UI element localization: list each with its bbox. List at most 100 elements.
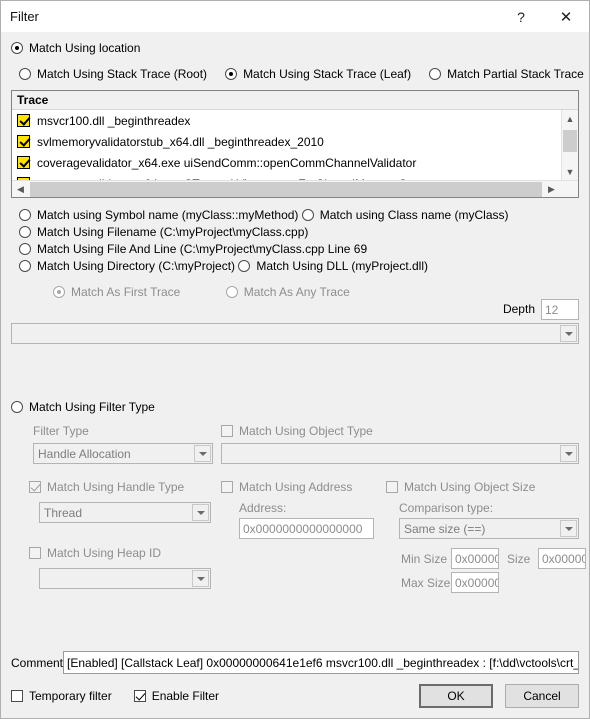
scroll-down-arrow-icon[interactable]: ▼ <box>562 163 578 180</box>
radio-dot-icon <box>19 209 31 221</box>
radio-match-using-filter-type[interactable]: Match Using Filter Type <box>11 400 155 414</box>
radio-match-as-first-trace: Match As First Trace <box>53 283 180 301</box>
checkbox-match-using-object-size: Match Using Object Size <box>386 480 535 494</box>
radio-dot-icon <box>429 68 442 80</box>
radio-match-using-symbol-name[interactable]: Match using Symbol name (myClass::myMeth… <box>19 207 298 223</box>
checkbox-icon <box>29 547 41 559</box>
heap-id-size-row: Match Using Heap ID Min Size 0x00000 Siz… <box>11 546 586 600</box>
radio-label: Match Using Filename (C:\myProject\myCla… <box>37 225 309 239</box>
max-size-field: 0x00000 <box>451 572 499 593</box>
checkbox-temporary-filter[interactable]: Temporary filter <box>11 689 112 703</box>
radio-label: Match Using Stack Trace (Root) <box>37 67 208 81</box>
table-row[interactable]: coveragevalidator_x64.exe uiSendComm::op… <box>12 152 578 173</box>
checked-checkbox-icon[interactable] <box>17 135 30 148</box>
depth-field: 12 <box>541 299 579 320</box>
scrollbar-thumb[interactable] <box>30 181 542 197</box>
radio-match-using-filename[interactable]: Match Using Filename (C:\myProject\myCla… <box>19 224 308 240</box>
radio-match-partial-stack-trace[interactable]: Match Partial Stack Trace <box>429 67 584 81</box>
radio-dot-icon <box>301 209 314 221</box>
checkbox-label: Match Using Heap ID <box>47 546 162 560</box>
scroll-up-arrow-icon[interactable]: ▲ <box>562 110 578 127</box>
trace-list-body[interactable]: msvcr100.dll _beginthreadex svlmemoryval… <box>12 110 578 180</box>
checkbox-label: Temporary filter <box>29 689 112 703</box>
address-field: 0x0000000000000000 <box>239 518 374 539</box>
match-using-location-row: Match Using location <box>11 41 579 57</box>
object-type-combo <box>221 443 579 464</box>
checked-checkbox-icon[interactable] <box>17 156 30 169</box>
radio-dot-icon <box>19 226 31 238</box>
min-size-field: 0x00000 <box>451 548 499 569</box>
match-options-group: Match using Symbol name (myClass::myMeth… <box>11 207 579 275</box>
radio-dot-icon <box>11 42 23 54</box>
radio-label: Match Using Stack Trace (Leaf) <box>243 67 412 81</box>
scroll-left-arrow-icon[interactable]: ◀ <box>12 184 29 195</box>
checkbox-label: Match Using Object Size <box>404 480 536 494</box>
chevron-down-icon <box>194 445 211 462</box>
trace-vertical-scrollbar[interactable]: ▲ ▼ <box>561 110 578 180</box>
radio-match-using-stack-trace-root[interactable]: Match Using Stack Trace (Root) <box>19 67 207 81</box>
checkbox-icon <box>221 425 233 437</box>
filter-type-label: Filter Type <box>33 424 89 438</box>
table-row[interactable]: msvcr100.dll _beginthreadex <box>12 110 578 131</box>
dialog-footer: Comment [Enabled] [Callstack Leaf] 0x000… <box>1 651 589 718</box>
radio-dot-icon <box>19 260 31 272</box>
radio-dot-icon <box>19 243 31 255</box>
table-row[interactable]: svlmemoryvalidatorstub_x64.dll _beginthr… <box>12 131 578 152</box>
radio-match-using-directory[interactable]: Match Using Directory (C:\myProject) <box>19 258 235 274</box>
trace-column-header: Trace <box>12 91 578 110</box>
ok-button[interactable]: OK <box>419 684 493 708</box>
checkbox-icon <box>221 481 233 493</box>
checkbox-label: Match Using Address <box>239 480 353 494</box>
max-size-label: Max Size <box>401 576 451 590</box>
title-bar: Filter ? ✕ <box>1 1 589 33</box>
checkbox-icon <box>133 690 146 702</box>
checkbox-label: Match Using Object Type <box>239 424 373 438</box>
radio-dot-icon <box>53 286 65 298</box>
radio-dot-icon <box>225 286 238 298</box>
table-row[interactable]: coveragevalidator_x64.exe CTeststakView:… <box>12 173 578 180</box>
radio-dot-icon <box>238 260 251 272</box>
radio-match-using-dll[interactable]: Match Using DLL (myProject.dll) <box>238 258 428 274</box>
radio-dot-icon <box>225 68 238 80</box>
checkbox-label: Match Using Handle Type <box>47 480 185 494</box>
radio-match-using-file-and-line[interactable]: Match Using File And Line (C:\myProject\… <box>19 241 367 257</box>
comment-input[interactable]: [Enabled] [Callstack Leaf] 0x00000000641… <box>63 651 579 674</box>
checkbox-match-using-heap-id: Match Using Heap ID <box>29 546 161 560</box>
filter-type-row: Filter Type Handle Allocation Match Usin… <box>11 424 579 470</box>
checkbox-match-using-handle-type: Match Using Handle Type <box>29 480 184 494</box>
trace-horizontal-scrollbar[interactable]: ◀ ▶ <box>12 180 578 197</box>
trace-list[interactable]: Trace msvcr100.dll _beginthreadex svlmem… <box>11 90 579 198</box>
radio-match-using-location[interactable]: Match Using location <box>11 41 140 55</box>
checkbox-enable-filter[interactable]: Enable Filter <box>133 689 219 703</box>
radio-label: Match Using DLL (myProject.dll) <box>256 259 428 273</box>
radio-match-as-any-trace: Match As Any Trace <box>225 283 350 301</box>
checkbox-match-using-object-type: Match Using Object Type <box>221 424 373 438</box>
radio-label: Match Using Directory (C:\myProject) <box>37 259 236 273</box>
scrollbar-thumb[interactable] <box>563 130 577 152</box>
close-icon[interactable]: ✕ <box>543 1 589 32</box>
radio-label: Match As First Trace <box>71 285 181 299</box>
radio-label: Match Partial Stack Trace <box>447 67 584 81</box>
chevron-down-icon <box>560 520 577 537</box>
depth-label: Depth <box>502 302 535 316</box>
comparison-type-combo: Same size (==) <box>399 518 579 539</box>
trace-row-text: msvcr100.dll _beginthreadex <box>37 113 191 128</box>
min-size-label: Min Size <box>401 552 448 566</box>
comparison-type-value: Same size (==) <box>404 521 486 536</box>
question-mark-icon[interactable]: ? <box>499 1 543 32</box>
handle-address-size-row: Match Using Handle Type Thread Match Usi… <box>11 480 579 544</box>
chevron-down-icon <box>192 504 209 521</box>
radio-dot-icon <box>11 401 23 413</box>
address-label: Address: <box>239 501 287 515</box>
checkbox-icon <box>11 690 23 702</box>
scroll-right-arrow-icon[interactable]: ▶ <box>543 184 560 195</box>
radio-match-using-class-name[interactable]: Match using Class name (myClass) <box>301 207 508 223</box>
radio-match-using-stack-trace-leaf[interactable]: Match Using Stack Trace (Leaf) <box>225 67 411 81</box>
heap-id-combo <box>39 568 211 589</box>
radio-label: Match As Any Trace <box>243 285 350 299</box>
trace-mode-group: Match As First Trace Match As Any Trace … <box>11 283 579 321</box>
filter-dialog: Filter ? ✕ Match Using location Match Us… <box>0 0 590 719</box>
checked-checkbox-icon[interactable] <box>17 114 30 127</box>
cancel-button[interactable]: Cancel <box>505 684 579 708</box>
radio-label: Match Using Filter Type <box>29 400 155 414</box>
